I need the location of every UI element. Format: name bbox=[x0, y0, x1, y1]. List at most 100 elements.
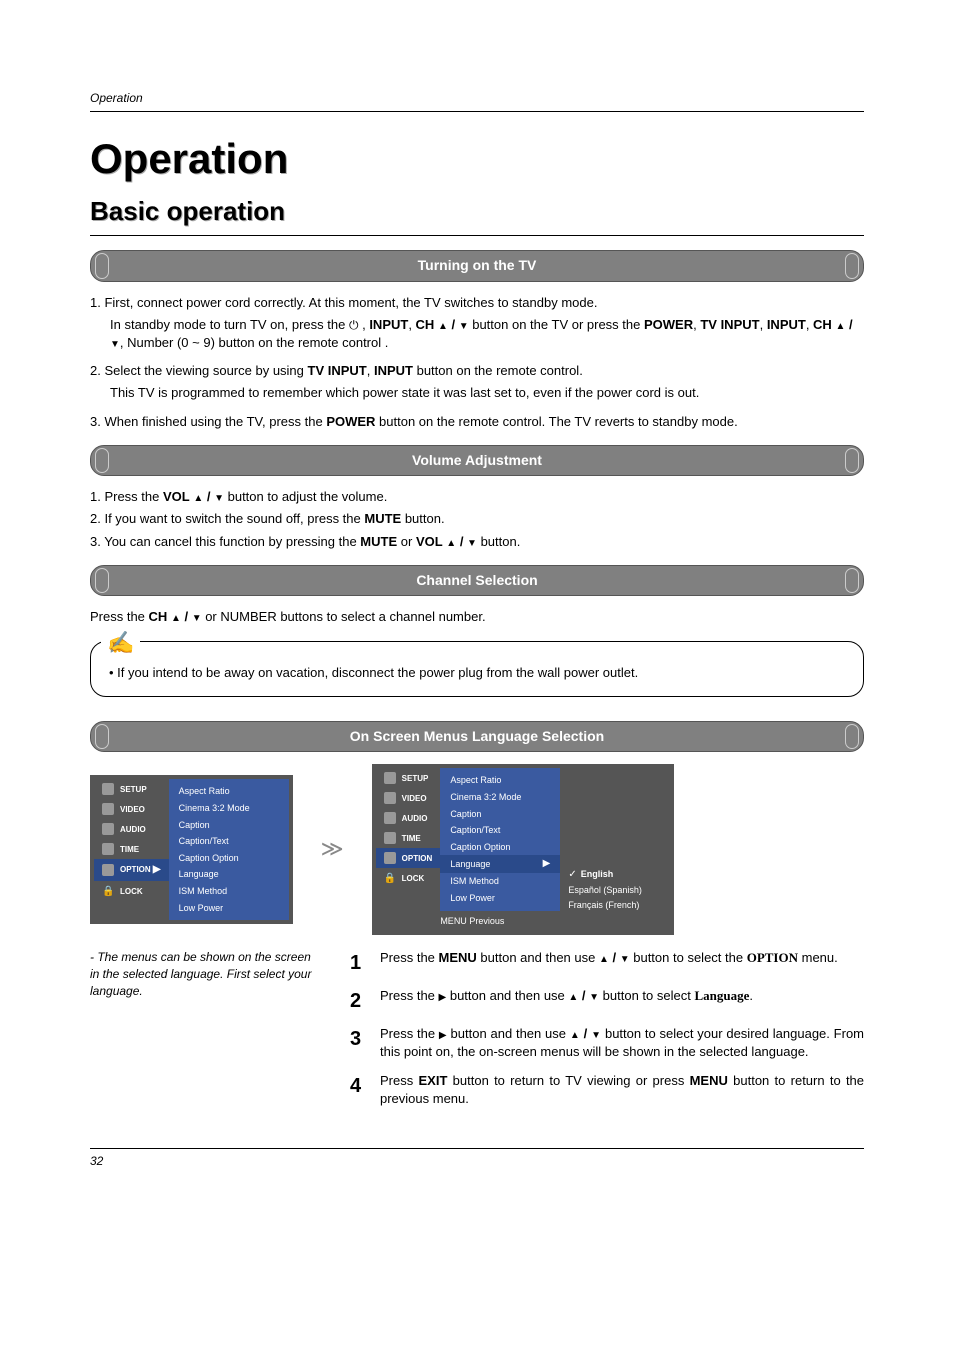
text: button to select the bbox=[630, 950, 747, 965]
bold: INPUT bbox=[374, 363, 413, 378]
text: , bbox=[408, 317, 415, 332]
down-icon bbox=[591, 1026, 601, 1041]
steps-column: 1 Press the MENU button and then use / b… bbox=[350, 949, 864, 1118]
osd-illustration-row: SETUP VIDEO AUDIO TIME OPTION LOCK Aspec… bbox=[90, 764, 864, 935]
note-box: ✍ • If you intend to be away on vacation… bbox=[90, 641, 864, 697]
time-icon bbox=[102, 843, 114, 855]
bold: / bbox=[456, 534, 467, 549]
setup-icon bbox=[384, 772, 396, 784]
osd-option-list: Aspect Ratio Cinema 3:2 Mode Caption Cap… bbox=[169, 779, 289, 920]
nav-label: LOCK bbox=[120, 886, 143, 897]
page-number: 32 bbox=[90, 1148, 864, 1170]
step-text: Press the button and then use / button t… bbox=[380, 987, 753, 1015]
turn-on-block: 1. First, connect power cord correctly. … bbox=[90, 294, 864, 431]
osd-panel-left: SETUP VIDEO AUDIO TIME OPTION LOCK Aspec… bbox=[90, 775, 293, 924]
foot-menu: MENU bbox=[440, 916, 467, 926]
setup-icon bbox=[102, 783, 114, 795]
text: English bbox=[581, 869, 614, 879]
osd-panel-right: SETUP VIDEO AUDIO TIME OPTION LOCK Aspec… bbox=[372, 764, 675, 935]
lang-english: English bbox=[568, 868, 662, 882]
nav-lock: LOCK bbox=[94, 881, 169, 901]
nav-label: AUDIO bbox=[402, 813, 428, 824]
audio-icon bbox=[384, 812, 396, 824]
chapter-title: Operation bbox=[90, 130, 864, 189]
bold: POWER bbox=[326, 414, 375, 429]
down-icon bbox=[214, 489, 224, 504]
right-icon bbox=[439, 1026, 447, 1041]
bold: / bbox=[578, 988, 589, 1003]
nav-time: TIME bbox=[376, 828, 441, 848]
step-text: Press the button and then use / button t… bbox=[380, 1025, 864, 1061]
turnon-step1a: In standby mode to turn TV on, press the… bbox=[110, 316, 864, 352]
right-icon bbox=[153, 865, 161, 874]
text: Language bbox=[450, 858, 490, 871]
list-item-language: Language bbox=[440, 855, 560, 873]
text: button to adjust the volume. bbox=[224, 489, 387, 504]
down-icon bbox=[589, 988, 599, 1003]
option-icon bbox=[102, 864, 114, 876]
nav-video: VIDEO bbox=[94, 799, 169, 819]
volume-step3: 3. You can cancel this function by press… bbox=[90, 533, 864, 551]
bold: CH bbox=[416, 317, 435, 332]
time-icon bbox=[384, 832, 396, 844]
step-3: 3 Press the button and then use / button… bbox=[350, 1025, 864, 1061]
nav-label: SETUP bbox=[402, 773, 429, 784]
list-item: ISM Method bbox=[440, 873, 560, 890]
text: 3. You can cancel this function by press… bbox=[90, 534, 360, 549]
text: Press bbox=[380, 1073, 419, 1088]
text: , Number (0 ~ 9) button on the remote co… bbox=[120, 335, 388, 350]
running-head: Operation bbox=[90, 90, 864, 112]
nav-option: OPTION bbox=[376, 848, 441, 868]
nav-label: LOCK bbox=[402, 873, 425, 884]
heading-turn-on: Turning on the TV bbox=[90, 250, 864, 282]
step-4: 4 Press EXIT button to return to TV view… bbox=[350, 1072, 864, 1108]
nav-label: AUDIO bbox=[120, 824, 146, 835]
heading-osd-lang: On Screen Menus Language Selection bbox=[90, 721, 864, 753]
list-item: Low Power bbox=[169, 900, 289, 917]
bold: CH bbox=[149, 609, 168, 624]
nav-audio: AUDIO bbox=[94, 819, 169, 839]
lang-spanish: Español (Spanish) bbox=[568, 884, 662, 897]
bold: TV INPUT bbox=[308, 363, 367, 378]
volume-step1: 1. Press the VOL / button to adjust the … bbox=[90, 488, 864, 506]
text: Press the bbox=[380, 988, 439, 1003]
list-item: Aspect Ratio bbox=[169, 783, 289, 800]
text: button and then use bbox=[446, 988, 568, 1003]
bold: / bbox=[448, 317, 459, 332]
step-num: 1 bbox=[350, 949, 368, 977]
text: . bbox=[749, 988, 753, 1003]
bold-serif: Language bbox=[694, 988, 749, 1003]
up-icon bbox=[193, 489, 203, 504]
foot-prev: Previous bbox=[469, 916, 504, 926]
bold: MUTE bbox=[364, 511, 401, 526]
osd-option-list: Aspect Ratio Cinema 3:2 Mode Caption Cap… bbox=[440, 768, 560, 910]
list-item: Cinema 3:2 Mode bbox=[169, 800, 289, 817]
note-hand-icon: ✍ bbox=[101, 628, 140, 659]
text: OPTION bbox=[120, 865, 151, 874]
nav-label: SETUP bbox=[120, 784, 147, 795]
step-num: 3 bbox=[350, 1025, 368, 1061]
list-item: ISM Method bbox=[169, 883, 289, 900]
nav-option: OPTION bbox=[94, 859, 169, 881]
up-icon bbox=[568, 988, 578, 1003]
check-icon bbox=[568, 869, 580, 879]
nav-label: OPTION bbox=[120, 863, 161, 877]
list-item: Caption/Text bbox=[440, 822, 560, 839]
list-item: Caption Option bbox=[169, 850, 289, 867]
text: button on the TV or press the bbox=[469, 317, 644, 332]
osd-lower-row: - The menus can be shown on the screen i… bbox=[90, 949, 864, 1118]
channel-block: Press the CH / or NUMBER buttons to sele… bbox=[90, 608, 864, 626]
text: 3. When finished using the TV, press the bbox=[90, 414, 326, 429]
text: 2. Select the viewing source by using bbox=[90, 363, 308, 378]
nav-setup: SETUP bbox=[94, 779, 169, 799]
bold: / bbox=[181, 609, 192, 624]
list-item: Caption/Text bbox=[169, 833, 289, 850]
text: button on the remote control. bbox=[413, 363, 583, 378]
turnon-step1: 1. First, connect power cord correctly. … bbox=[90, 294, 864, 312]
up-icon bbox=[570, 1026, 580, 1041]
bold: MUTE bbox=[360, 534, 397, 549]
step-num: 4 bbox=[350, 1072, 368, 1108]
video-icon bbox=[102, 803, 114, 815]
video-icon bbox=[384, 792, 396, 804]
text: Press the bbox=[380, 1026, 439, 1041]
